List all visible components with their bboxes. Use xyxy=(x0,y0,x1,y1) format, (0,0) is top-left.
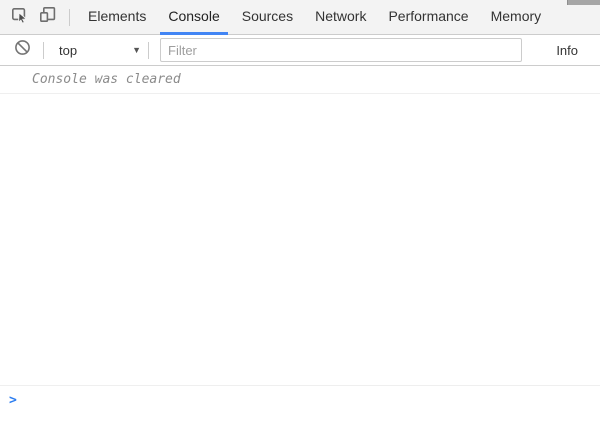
tab-memory[interactable]: Memory xyxy=(491,0,542,35)
tab-network[interactable]: Network xyxy=(315,0,366,35)
console-prompt[interactable]: > xyxy=(0,386,600,421)
object-property-row: search: "" xyxy=(0,299,600,319)
inspect-element-button[interactable] xyxy=(6,3,34,31)
object-property-row: hostname: "localhost" xyxy=(0,159,600,179)
log-level-selector[interactable]: Info xyxy=(556,43,590,58)
object-property-row: hash: "" xyxy=(0,119,600,139)
object-property-row: superDomain: "localhost" xyxy=(0,319,600,339)
console-cleared-message: Console was cleared xyxy=(0,66,600,94)
object-property-row: port: "8081" xyxy=(0,259,600,279)
logged-object: ▼Object {hash: "", href: "http://localho… xyxy=(0,94,600,386)
context-selector-value: top xyxy=(59,43,77,58)
clear-console-button[interactable] xyxy=(8,36,36,64)
object-property-row: host: "localhost:8081" xyxy=(0,139,600,159)
device-toolbar-icon xyxy=(39,6,57,28)
object-property-row: pathname: "/commands/querying" xyxy=(0,239,600,259)
tab-sources[interactable]: Sources xyxy=(242,0,293,35)
object-property-row: href: "http://localhost:8081/commands/qu… xyxy=(0,179,600,199)
execution-context-selector[interactable]: top ▼ xyxy=(51,43,141,58)
object-property-row: originPolicy: "http://localhost:8081" xyxy=(0,219,600,239)
object-tostring-row: ▶toString: function () xyxy=(0,339,600,359)
toolbar-divider xyxy=(43,42,44,59)
object-proto-row: ▶__proto__: Object xyxy=(0,359,600,379)
toolbar-divider xyxy=(69,9,70,26)
toolbar-divider xyxy=(148,42,149,59)
filter-input[interactable] xyxy=(160,38,522,62)
object-property-row: origin: "http://localhost:8081" xyxy=(0,199,600,219)
inspect-cursor-icon xyxy=(11,6,29,29)
device-toolbar-button[interactable] xyxy=(34,3,62,31)
console-toolbar: top ▼ Info xyxy=(0,35,600,66)
clear-console-icon xyxy=(14,39,31,61)
devtools-panel: Elements Console Sources Network Perform… xyxy=(0,0,600,423)
scrollbar-fragment xyxy=(567,0,600,5)
object-property-row: protocol: "http:" xyxy=(0,279,600,299)
console-messages: Console was cleared ▼Object {hash: "", h… xyxy=(0,66,600,421)
chevron-down-icon: ▼ xyxy=(132,45,141,55)
devtools-tab-bar: Elements Console Sources Network Perform… xyxy=(0,0,600,35)
tab-performance[interactable]: Performance xyxy=(388,0,468,35)
object-preview-row: ▼Object {hash: "", href: "http://localho… xyxy=(0,99,600,119)
prompt-chevron-icon: > xyxy=(9,393,17,408)
tab-console[interactable]: Console xyxy=(168,0,219,35)
tab-elements[interactable]: Elements xyxy=(88,0,146,35)
